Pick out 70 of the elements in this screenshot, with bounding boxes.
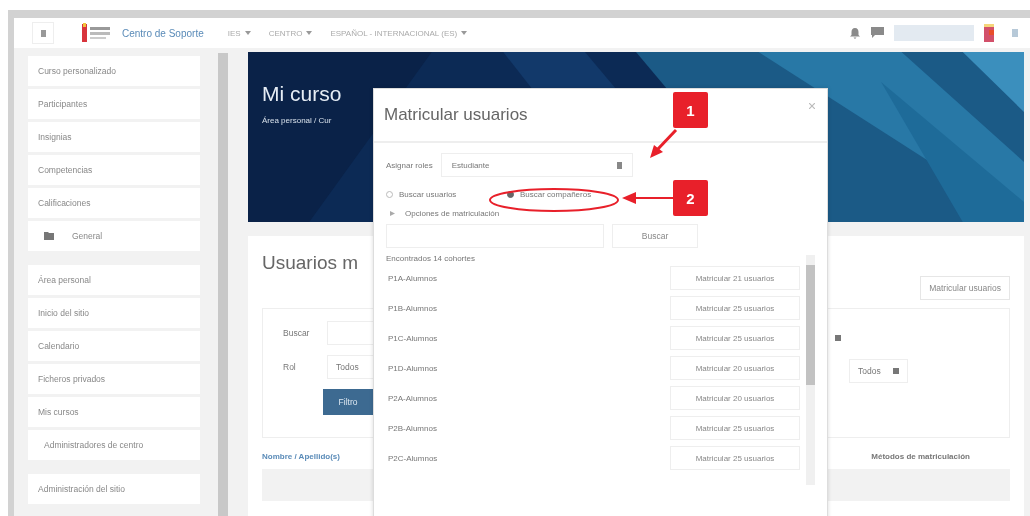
scrollbar[interactable] bbox=[218, 53, 228, 516]
field-label: Rol bbox=[283, 362, 297, 372]
radio-option[interactable]: Buscar usuarios bbox=[386, 189, 491, 199]
caret-icon bbox=[306, 31, 313, 35]
role-select[interactable]: Estudiante bbox=[440, 153, 633, 177]
enrol-cohort-button[interactable]: Matricular 20 usuarios bbox=[670, 386, 800, 410]
logo-icon bbox=[82, 23, 112, 43]
enrol-users-button[interactable]: Matricular usuarios bbox=[920, 276, 1010, 300]
enrol-cohort-button[interactable]: Matricular 25 usuarios bbox=[670, 326, 800, 350]
sidebar-item[interactable]: Ficheros privados bbox=[28, 364, 200, 394]
cohort-name: P2C-Alumnos bbox=[388, 453, 438, 463]
field-label: Asignar roles bbox=[386, 160, 433, 170]
caret-icon bbox=[244, 31, 251, 35]
bell-icon[interactable] bbox=[849, 27, 861, 39]
sidebar-item[interactable]: Competencias bbox=[28, 155, 200, 185]
sidebar-item[interactable]: Administración del sitio bbox=[28, 474, 200, 504]
cohort-name: P1A-Alumnos bbox=[388, 273, 437, 283]
search-button[interactable]: Buscar bbox=[612, 224, 698, 248]
menu-button[interactable] bbox=[32, 22, 54, 44]
avatar-icon[interactable] bbox=[984, 24, 994, 42]
filter-button[interactable]: Filtro bbox=[323, 389, 373, 415]
caret-icon bbox=[892, 368, 899, 374]
radio-option[interactable]: Buscar compañeros bbox=[507, 189, 592, 199]
column-header[interactable]: Métodos de matriculación bbox=[871, 452, 970, 461]
cohort-name: P1D-Alumnos bbox=[388, 363, 438, 373]
status-select[interactable]: Todos bbox=[849, 359, 908, 383]
cohort-name: P1C-Alumnos bbox=[388, 333, 438, 343]
sidebar-item[interactable]: Área personal bbox=[28, 265, 200, 295]
cohort-name: P2A-Alumnos bbox=[388, 393, 437, 403]
breadcrumb: Área personal / Cur bbox=[262, 116, 332, 125]
sidebar-item[interactable]: Insignias bbox=[28, 122, 200, 152]
enrol-cohort-button[interactable]: Matricular 25 usuarios bbox=[670, 446, 800, 470]
folder-icon bbox=[44, 232, 54, 240]
nav-menu[interactable]: IES bbox=[227, 28, 251, 38]
sidebar-item[interactable]: Calificaciones bbox=[28, 188, 200, 218]
sidebar-item[interactable]: Mis cursos bbox=[28, 397, 200, 427]
sidebar-item[interactable]: Curso personalizado bbox=[28, 56, 200, 86]
enrol-cohort-button[interactable]: Matricular 20 usuarios bbox=[670, 356, 800, 380]
section-title: Usuarios m bbox=[262, 252, 359, 274]
sidebar-item[interactable]: Calendario bbox=[28, 331, 200, 361]
callout-number: 1 bbox=[673, 92, 708, 128]
nav-menu[interactable]: ESPAÑOL - INTERNACIONAL (ES) bbox=[330, 28, 468, 38]
page-title: Mi curso bbox=[262, 82, 342, 106]
caret-icon bbox=[616, 161, 622, 169]
site-name-link[interactable]: Centro de Soporte bbox=[122, 27, 204, 39]
chat-icon[interactable] bbox=[871, 27, 884, 39]
select-caret-icon[interactable] bbox=[835, 335, 841, 341]
cohort-name: P2B-Alumnos bbox=[388, 423, 437, 433]
close-icon[interactable] bbox=[809, 103, 815, 109]
options-toggle[interactable]: Opciones de matriculación bbox=[390, 209, 500, 218]
callout-arrow bbox=[622, 192, 674, 204]
cohort-name: P1B-Alumnos bbox=[388, 303, 437, 313]
enrol-cohort-button[interactable]: Matricular 21 usuarios bbox=[670, 266, 800, 290]
sidebar-item[interactable]: Administradores de centro bbox=[28, 430, 200, 460]
field-label: Buscar bbox=[283, 328, 311, 338]
sidebar-item[interactable]: Participantes bbox=[28, 89, 200, 119]
caret-icon bbox=[461, 31, 468, 35]
nav-menu[interactable]: CENTRO bbox=[268, 28, 313, 38]
caret-icon[interactable] bbox=[1012, 29, 1018, 37]
results-heading: Encontrados 14 cohortes bbox=[386, 254, 476, 263]
scrollbar[interactable] bbox=[806, 255, 815, 485]
column-header[interactable]: Nombre / Apellido(s) bbox=[262, 452, 340, 461]
enrol-cohort-button[interactable]: Matricular 25 usuarios bbox=[670, 416, 800, 440]
sidebar-item[interactable]: General bbox=[28, 221, 200, 251]
dialog-title: Matricular usuarios bbox=[384, 105, 528, 125]
sidebar-item[interactable]: Inicio del sitio bbox=[28, 298, 200, 328]
enrol-cohort-button[interactable]: Matricular 25 usuarios bbox=[670, 296, 800, 320]
callout-number: 2 bbox=[673, 180, 708, 216]
callout-arrow bbox=[650, 128, 678, 158]
chevron-icon bbox=[390, 211, 395, 216]
